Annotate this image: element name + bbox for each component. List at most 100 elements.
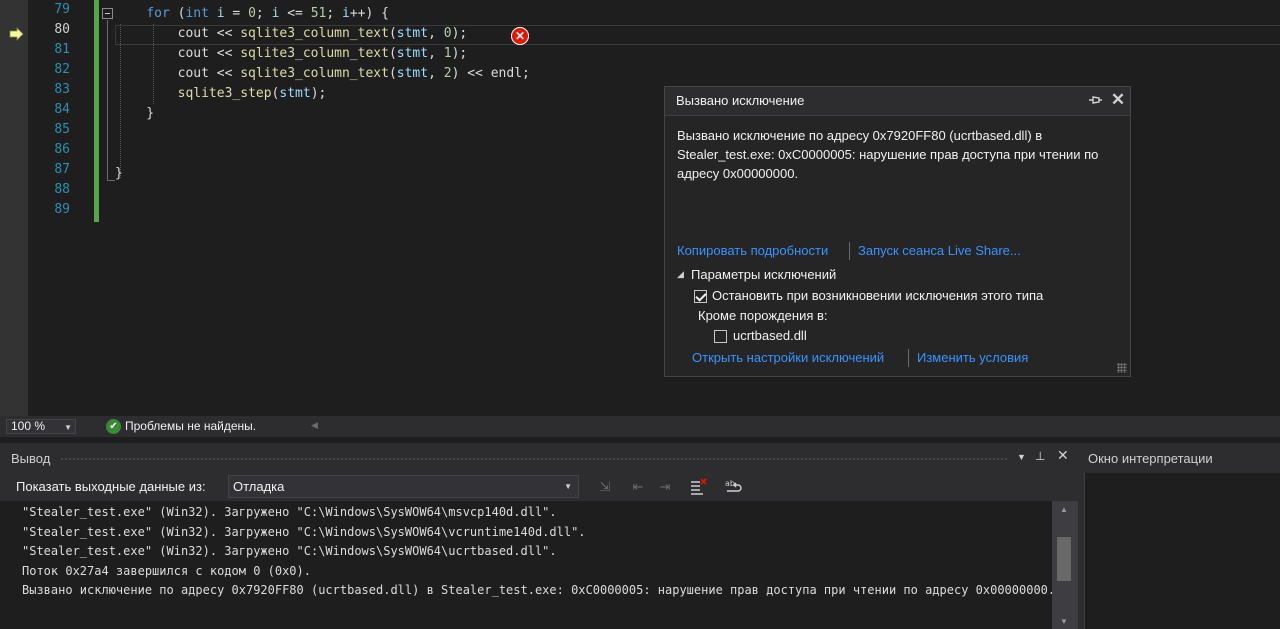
live-share-link[interactable]: Запуск сеанса Live Share... bbox=[858, 243, 1021, 258]
open-exception-settings-link[interactable]: Открыть настройки исключений bbox=[692, 350, 884, 365]
output-toolbar: Показать выходные данные из: Отладка ▼ ⇲… bbox=[0, 473, 1078, 501]
code-token: ( bbox=[169, 6, 186, 21]
code-token: sqlite3_column_text bbox=[240, 66, 389, 81]
output-text[interactable]: "Stealer_test.exe" (Win32). Загружено "C… bbox=[0, 501, 1052, 629]
zoom-select[interactable]: 100 % ▼ bbox=[6, 419, 76, 434]
line-number: 81 bbox=[54, 42, 70, 57]
editor-status-bar: 100 % ▼ ✔ Проблемы не найдены. ◀ bbox=[0, 416, 1280, 437]
code-token: ); bbox=[451, 46, 468, 61]
code-line[interactable] bbox=[115, 124, 530, 144]
code-token: , bbox=[428, 46, 444, 61]
outline-line-end bbox=[107, 180, 115, 181]
code-token: int bbox=[185, 6, 209, 21]
chevron-down-icon: ▼ bbox=[564, 482, 572, 491]
code-token: sqlite3_column_text bbox=[240, 26, 389, 41]
output-line: "Stealer_test.exe" (Win32). Загружено "C… bbox=[22, 505, 557, 519]
exception-header: Вызвано исключение ✕ bbox=[665, 87, 1130, 116]
except-when-thrown-label: Кроме порождения в: bbox=[698, 308, 828, 323]
code-token: cout << bbox=[115, 66, 241, 81]
check-circle-icon: ✔ bbox=[106, 419, 121, 434]
code-token: sqlite3_column_text bbox=[240, 46, 389, 61]
output-scrollbar[interactable]: ▲ ▼ bbox=[1052, 501, 1078, 629]
pin-icon[interactable] bbox=[1087, 92, 1103, 108]
go-to-location-icon[interactable]: ⇲ bbox=[595, 477, 615, 497]
break-on-exception-label: Остановить при возникновении исключения … bbox=[712, 288, 1044, 303]
code-line[interactable]: } bbox=[115, 104, 530, 124]
exception-error-icon[interactable]: ✕ bbox=[511, 27, 529, 45]
line-numbers: 79 80 81 82 83 84 85 86 87 88 89 bbox=[28, 0, 70, 220]
code-token: , bbox=[428, 26, 444, 41]
immediate-window-title[interactable]: Окно интерпретации bbox=[1088, 451, 1213, 466]
immediate-window-header: Окно интерпретации bbox=[1084, 443, 1280, 473]
pin-icon[interactable]: ⊥ bbox=[1035, 449, 1045, 463]
line-number: 83 bbox=[54, 82, 70, 97]
copy-details-link[interactable]: Копировать подробности bbox=[677, 243, 828, 258]
code-token: ( bbox=[388, 46, 397, 61]
exception-helper-popup: Вызвано исключение ✕ Вызвано исключение … bbox=[664, 86, 1131, 377]
code-token: sqlite3_step bbox=[177, 86, 272, 101]
code-token: cout << bbox=[115, 46, 241, 61]
scrollbar-thumb[interactable] bbox=[1057, 537, 1071, 581]
output-line: "Stealer_test.exe" (Win32). Загружено "C… bbox=[22, 544, 557, 558]
break-on-exception-checkbox[interactable] bbox=[694, 290, 707, 303]
line-number: 84 bbox=[54, 102, 70, 117]
code-token: for bbox=[146, 6, 170, 21]
code-lines[interactable]: for (int i = 0; i <= 51; i++) { cout << … bbox=[115, 4, 530, 224]
chevron-down-icon: ▼ bbox=[64, 423, 72, 432]
code-line[interactable] bbox=[115, 184, 530, 204]
close-icon[interactable]: ✕ bbox=[1057, 447, 1069, 464]
zoom-value: 100 % bbox=[11, 419, 46, 433]
code-line[interactable]: cout << sqlite3_column_text(stmt, 2) << … bbox=[115, 64, 530, 84]
problems-status[interactable]: Проблемы не найдены. bbox=[125, 419, 256, 433]
output-title[interactable]: Вывод bbox=[11, 451, 50, 466]
code-token: ) << endl; bbox=[451, 66, 530, 81]
glyph-margin[interactable] bbox=[0, 0, 28, 416]
previous-message-icon[interactable]: ⇤ bbox=[628, 477, 648, 497]
line-number: 82 bbox=[54, 62, 70, 77]
scroll-left-icon[interactable]: ◀ bbox=[311, 420, 318, 431]
code-token: , bbox=[428, 66, 444, 81]
next-message-icon[interactable]: ⇥ bbox=[655, 477, 675, 497]
code-line[interactable]: sqlite3_step(stmt); bbox=[115, 84, 530, 104]
panel-drag-handle[interactable] bbox=[60, 457, 1008, 462]
edit-conditions-link[interactable]: Изменить условия bbox=[917, 350, 1028, 365]
line-number: 79 bbox=[54, 2, 70, 17]
immediate-window-body[interactable] bbox=[1084, 473, 1280, 629]
output-panel: Вывод ▼ ⊥ ✕ Показать выходные данные из:… bbox=[0, 443, 1078, 629]
code-line[interactable]: cout << sqlite3_column_text(stmt, 1); bbox=[115, 44, 530, 64]
window-menu-icon[interactable]: ▼ bbox=[1017, 452, 1026, 462]
code-token: 2 bbox=[443, 66, 452, 81]
code-line[interactable]: for (int i = 0; i <= 51; i++) { bbox=[115, 4, 530, 24]
output-source-select[interactable]: Отладка ▼ bbox=[228, 475, 579, 498]
code-token: stmt bbox=[396, 66, 429, 81]
code-token: ( bbox=[388, 26, 397, 41]
scroll-up-icon[interactable]: ▲ bbox=[1060, 505, 1068, 514]
word-wrap-icon[interactable]: ab bbox=[724, 477, 744, 497]
clear-all-icon[interactable] bbox=[688, 477, 708, 497]
scroll-down-icon[interactable]: ▼ bbox=[1060, 617, 1068, 626]
exception-message: Вызвано исключение по адресу 0x7920FF80 … bbox=[677, 128, 1099, 181]
resize-grip-icon[interactable] bbox=[1117, 363, 1127, 373]
code-line[interactable] bbox=[115, 144, 530, 164]
module-exclusion-checkbox[interactable] bbox=[714, 330, 727, 343]
code-token: ; bbox=[255, 6, 272, 21]
code-token: 51 bbox=[310, 6, 327, 21]
line-number: 86 bbox=[54, 142, 70, 157]
close-icon[interactable]: ✕ bbox=[1109, 90, 1127, 110]
collapse-outline-icon[interactable] bbox=[102, 8, 113, 19]
change-tracking-bar bbox=[94, 0, 99, 222]
code-line[interactable]: } bbox=[115, 164, 530, 184]
code-token: <= bbox=[279, 6, 311, 21]
outline-line bbox=[107, 20, 108, 180]
exception-params-title[interactable]: Параметры исключений bbox=[691, 267, 836, 282]
code-line[interactable] bbox=[115, 204, 530, 224]
expand-triangle-icon[interactable]: ◢ bbox=[677, 269, 684, 280]
exception-title: Вызвано исключение bbox=[676, 93, 805, 108]
code-line[interactable]: cout << sqlite3_column_text(stmt, 0); bbox=[115, 24, 530, 44]
code-token: stmt bbox=[396, 26, 429, 41]
code-token: ); bbox=[451, 26, 468, 41]
code-token: stmt bbox=[396, 46, 429, 61]
line-number: 89 bbox=[54, 202, 70, 217]
code-token: ++) { bbox=[349, 6, 389, 21]
